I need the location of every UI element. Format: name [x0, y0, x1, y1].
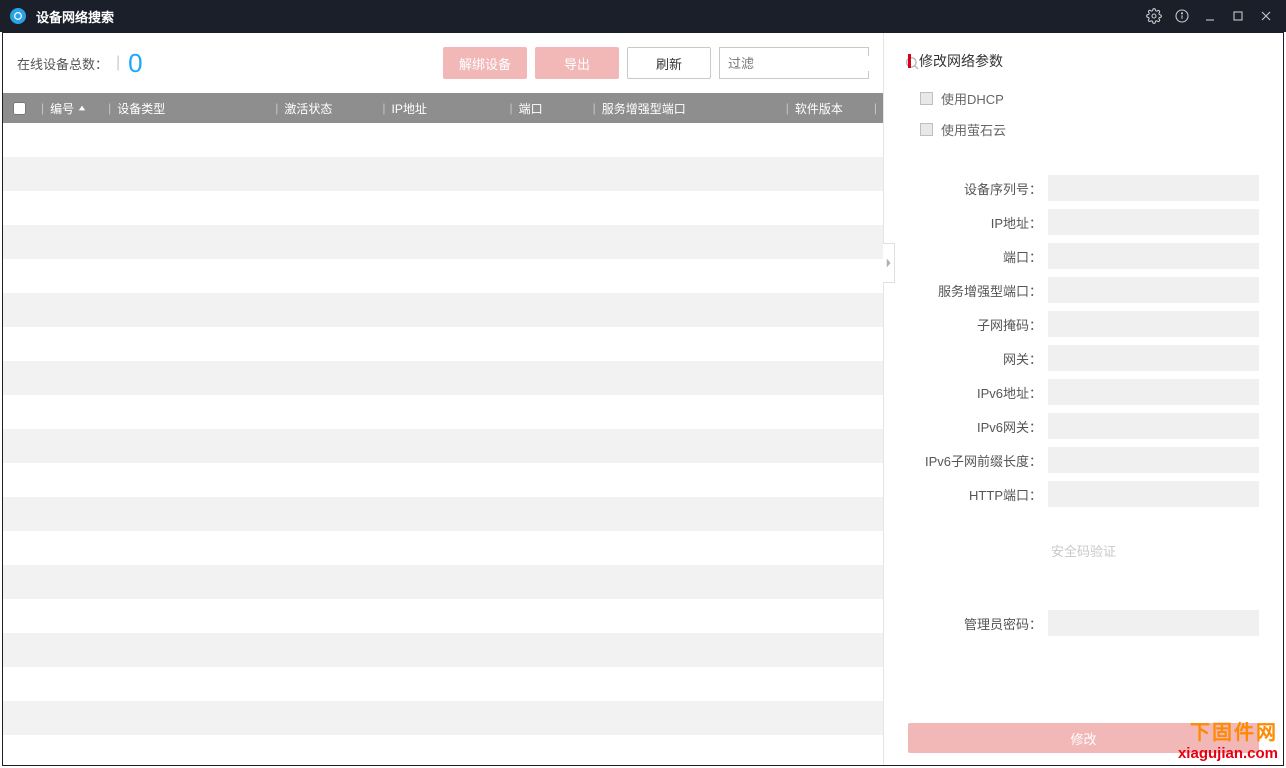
column-header-activate[interactable]: 激活状态 [284, 100, 376, 117]
table-row [3, 497, 883, 531]
table-body [3, 123, 883, 765]
table-header: | 编号 | 设备类型 | 激活状态 | IP地址 | 端口 | 服务增强型端口… [3, 93, 883, 123]
http-port-field[interactable] [1048, 481, 1259, 507]
device-list-pane: 在线设备总数： | 0 解绑设备 导出 刷新 | 编号 | 设备类型 | [3, 33, 883, 765]
horizontal-scrollbar[interactable] [3, 747, 883, 765]
table-row [3, 361, 883, 395]
unbind-device-button[interactable]: 解绑设备 [443, 47, 527, 79]
online-count-label: 在线设备总数： [17, 54, 108, 73]
table-row [3, 327, 883, 361]
table-row [3, 225, 883, 259]
table-row [3, 157, 883, 191]
enhanced-port-field[interactable] [1048, 277, 1259, 303]
column-header-type[interactable]: 设备类型 [117, 100, 269, 117]
ip-field[interactable] [1048, 209, 1259, 235]
export-button[interactable]: 导出 [535, 47, 619, 79]
title-bar: 设备网络搜索 [0, 0, 1286, 32]
filter-box[interactable] [719, 47, 869, 79]
column-header-ip[interactable]: IP地址 [392, 100, 504, 117]
filter-input[interactable] [728, 56, 904, 71]
network-params-panel: 修改网络参数 使用DHCP 使用萤石云 设备序列号： IP地址： 端口： 服务增… [883, 33, 1283, 765]
table-row [3, 633, 883, 667]
panel-title: 修改网络参数 [908, 51, 1259, 71]
table-row [3, 565, 883, 599]
label-port: 端口： [908, 247, 1048, 266]
table-row [3, 701, 883, 735]
subnet-mask-field[interactable] [1048, 311, 1259, 337]
label-ipv6: IPv6地址： [908, 383, 1048, 402]
sort-asc-icon [78, 104, 86, 112]
select-all-checkbox[interactable] [13, 102, 35, 115]
ipv6-gateway-field[interactable] [1048, 413, 1259, 439]
admin-password-field[interactable] [1048, 610, 1259, 636]
gateway-field[interactable] [1048, 345, 1259, 371]
table-row [3, 429, 883, 463]
table-row [3, 123, 883, 157]
toolbar: 在线设备总数： | 0 解绑设备 导出 刷新 [3, 33, 883, 93]
minimize-button[interactable] [1196, 0, 1224, 32]
table-row [3, 259, 883, 293]
online-count-value: 0 [128, 48, 142, 79]
separator: | [116, 54, 120, 72]
table-row [3, 667, 883, 701]
label-ipv6gw: IPv6网关： [908, 417, 1048, 436]
table-row [3, 531, 883, 565]
table-row [3, 191, 883, 225]
security-section-title: 安全码验证 [908, 541, 1259, 560]
use-dhcp-checkbox[interactable]: 使用DHCP [908, 89, 1259, 108]
column-header-port[interactable]: 端口 [519, 100, 587, 117]
app-title: 设备网络搜索 [36, 7, 114, 26]
modify-button[interactable]: 修改 [908, 723, 1259, 753]
label-mask: 子网掩码： [908, 315, 1048, 334]
close-button[interactable] [1252, 0, 1280, 32]
app-icon [10, 8, 26, 24]
ipv6-prefix-field[interactable] [1048, 447, 1259, 473]
table-row [3, 599, 883, 633]
column-header-version[interactable]: 软件版本 [795, 100, 868, 117]
column-header-enhanced[interactable]: 服务增强型端口 [602, 100, 780, 117]
panel-collapse-handle[interactable] [883, 243, 895, 283]
label-ip: IP地址： [908, 213, 1048, 232]
chevron-right-icon [885, 257, 893, 269]
use-ezviz-checkbox[interactable]: 使用萤石云 [908, 120, 1259, 139]
info-button[interactable] [1168, 0, 1196, 32]
refresh-button[interactable]: 刷新 [627, 47, 711, 79]
port-field[interactable] [1048, 243, 1259, 269]
label-ipv6prefix: IPv6子网前缀长度： [908, 451, 1048, 470]
label-http: HTTP端口： [908, 485, 1048, 504]
table-row [3, 395, 883, 429]
column-header-number[interactable]: 编号 [50, 100, 102, 117]
label-enhanced: 服务增强型端口： [908, 281, 1048, 300]
maximize-button[interactable] [1224, 0, 1252, 32]
settings-button[interactable] [1140, 0, 1168, 32]
label-gateway: 网关： [908, 349, 1048, 368]
label-serial: 设备序列号： [908, 179, 1048, 198]
ipv6-field[interactable] [1048, 379, 1259, 405]
table-row [3, 293, 883, 327]
table-row [3, 463, 883, 497]
label-admin-pwd: 管理员密码： [908, 614, 1048, 633]
serial-field[interactable] [1048, 175, 1259, 201]
